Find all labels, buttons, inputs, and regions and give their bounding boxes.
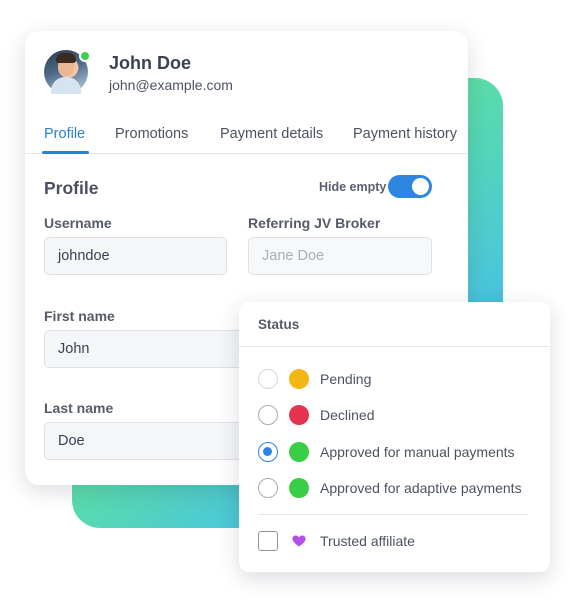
tab-payment-details[interactable]: Payment details <box>220 126 323 142</box>
active-tab-indicator <box>42 151 89 154</box>
status-color-dot <box>289 442 309 462</box>
status-option-approved-adaptive[interactable]: Approved for adaptive payments <box>258 476 548 500</box>
first-name-label: First name <box>44 308 115 324</box>
referring-broker-field[interactable]: Jane Doe <box>248 237 432 275</box>
divider <box>239 346 550 347</box>
status-color-dot <box>289 369 309 389</box>
status-option-label: Pending <box>320 371 372 387</box>
hide-empty-label: Hide empty <box>319 180 387 194</box>
trusted-affiliate-option[interactable]: Trusted affiliate <box>258 529 548 553</box>
status-color-dot <box>289 405 309 425</box>
status-option-approved-manual[interactable]: Approved for manual payments <box>258 440 548 464</box>
status-option-label: Declined <box>320 407 375 423</box>
online-status-indicator <box>79 50 91 62</box>
trusted-affiliate-label: Trusted affiliate <box>320 533 415 549</box>
divider <box>258 514 528 515</box>
status-option-pending[interactable]: Pending <box>258 367 548 391</box>
status-option-label: Approved for manual payments <box>320 444 515 460</box>
section-title: Profile <box>44 178 99 198</box>
status-option-declined[interactable]: Declined <box>258 403 548 427</box>
referring-broker-label: Referring JV Broker <box>248 215 381 231</box>
status-popover: Status Pending Declined Approved for man… <box>239 302 550 572</box>
tab-payment-history[interactable]: Payment history <box>353 126 457 142</box>
tab-bar: Profile Promotions Payment details Payme… <box>25 124 468 154</box>
tab-promotions[interactable]: Promotions <box>115 126 188 142</box>
username-field[interactable]: johndoe <box>44 237 227 275</box>
heart-icon <box>292 535 306 547</box>
tab-profile[interactable]: Profile <box>44 126 85 142</box>
status-option-label: Approved for adaptive payments <box>320 480 522 496</box>
hide-empty-toggle[interactable] <box>388 175 432 198</box>
user-email: john@example.com <box>109 77 233 93</box>
radio-button[interactable] <box>258 405 278 425</box>
last-name-label: Last name <box>44 400 114 416</box>
radio-button[interactable] <box>258 369 278 389</box>
trusted-affiliate-checkbox[interactable] <box>258 531 278 551</box>
toggle-knob <box>412 178 429 195</box>
status-title: Status <box>258 317 300 332</box>
radio-button[interactable] <box>258 478 278 498</box>
user-name: John Doe <box>109 53 192 73</box>
status-color-dot <box>289 478 309 498</box>
radio-button-selected[interactable] <box>258 442 278 462</box>
username-label: Username <box>44 215 112 231</box>
